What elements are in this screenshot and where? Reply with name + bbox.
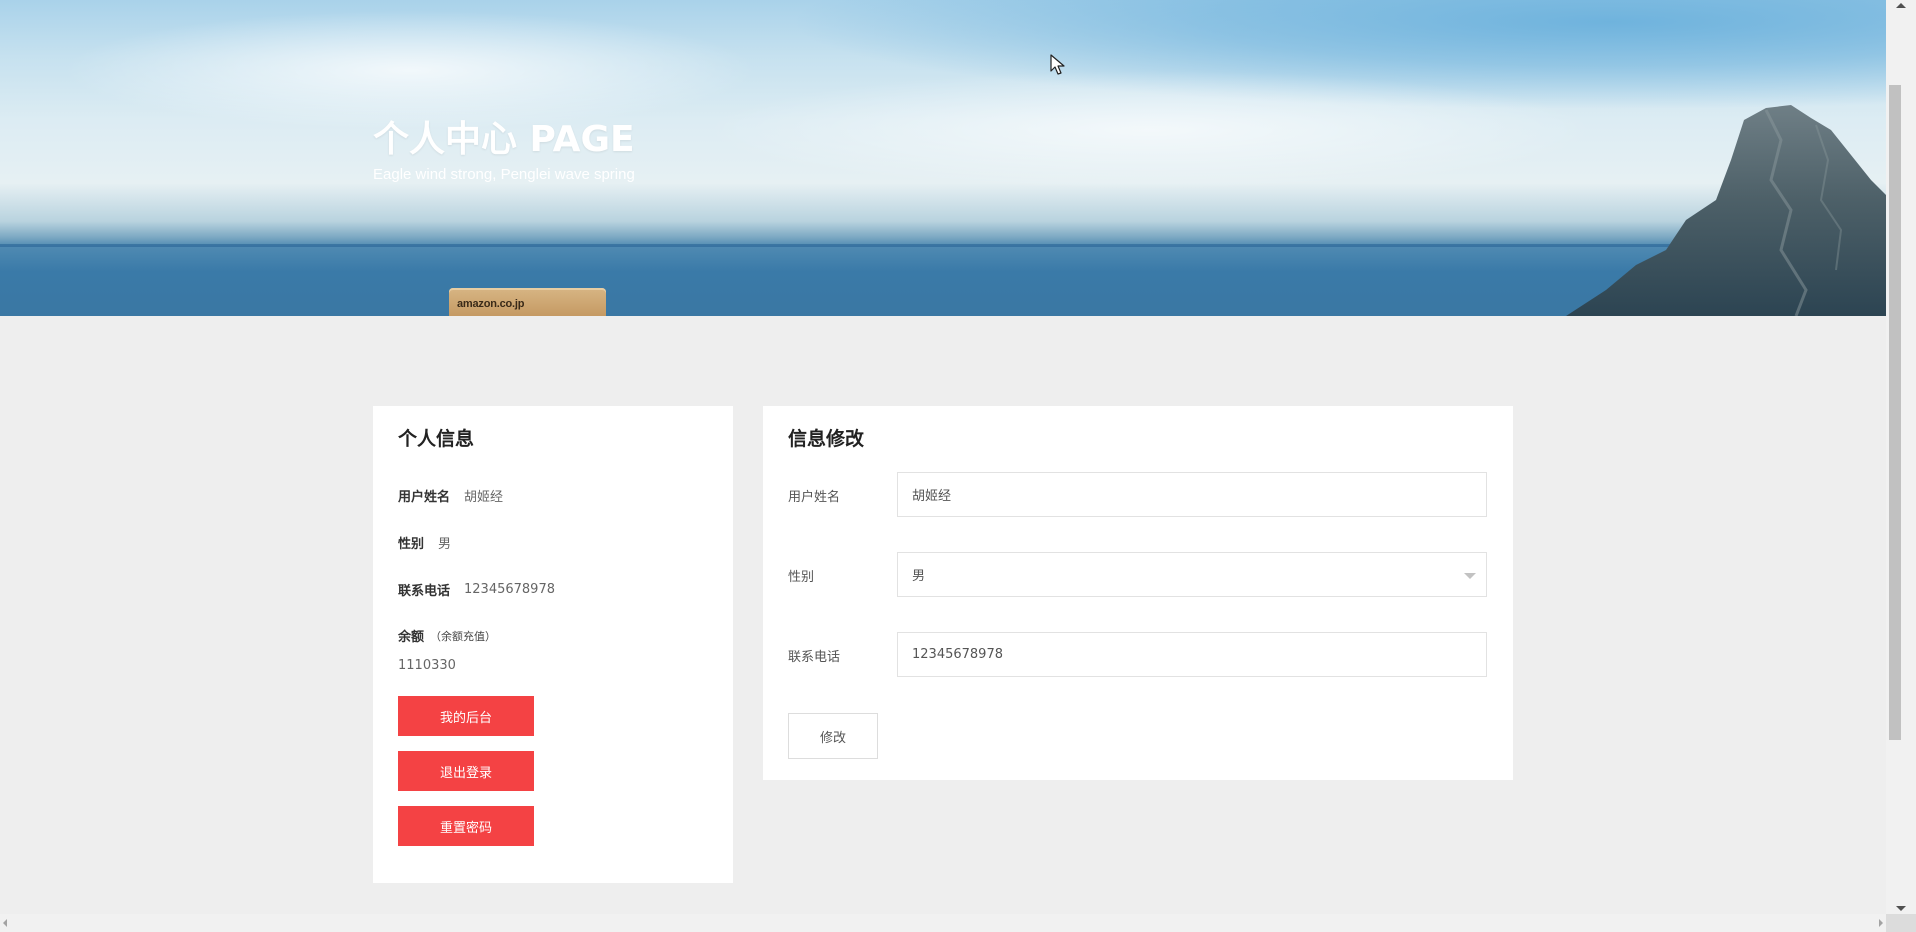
edit-form-card: 信息修改 用户姓名 性别 男 联系电话 修改 xyxy=(763,406,1513,780)
scrollbar-thumb[interactable] xyxy=(1889,85,1901,740)
profile-card-title: 个人信息 xyxy=(398,428,475,450)
page: amazon.co.jp 个人中心 PAGE Eagle wind strong… xyxy=(0,0,1916,932)
info-value: 12345678978 xyxy=(464,582,555,597)
gender-field-label: 性别 xyxy=(788,570,815,585)
scroll-up-icon[interactable] xyxy=(1896,3,1906,8)
scroll-right-icon[interactable] xyxy=(1879,919,1883,927)
info-value: 胡姬经 xyxy=(464,490,504,505)
scroll-down-icon[interactable] xyxy=(1896,906,1906,911)
hero-banner: amazon.co.jp 个人中心 PAGE Eagle wind strong… xyxy=(0,0,1886,316)
vertical-scrollbar[interactable] xyxy=(1886,0,1916,914)
gender-select-value: 男 xyxy=(912,569,926,584)
balance-value: 1110330 xyxy=(398,658,456,673)
info-label: 用户姓名 xyxy=(398,490,451,505)
profile-card: 个人信息 用户姓名 胡姬经 性别 男 联系电话 12345678978 余额 （… xyxy=(373,406,733,883)
dashboard-button[interactable]: 我的后台 xyxy=(398,696,534,736)
balance-recharge-link[interactable]: （余额充值） xyxy=(430,628,496,644)
reset-password-button[interactable]: 重置密码 xyxy=(398,806,534,846)
logout-button[interactable]: 退出登录 xyxy=(398,751,534,791)
page-subtitle: Eagle wind strong, Penglei wave spring xyxy=(373,166,635,183)
scrollbar-corner xyxy=(1886,914,1916,932)
info-label: 联系电话 xyxy=(398,584,451,599)
info-label: 性别 xyxy=(398,537,425,552)
phone-field-label: 联系电话 xyxy=(788,650,841,665)
info-row-gender: 性别 男 xyxy=(398,533,451,552)
scroll-left-icon[interactable] xyxy=(3,919,7,927)
page-title: 个人中心 PAGE xyxy=(373,119,635,160)
mouse-cursor-icon xyxy=(1050,54,1065,75)
hero-cliff xyxy=(1566,105,1886,316)
edit-form-title: 信息修改 xyxy=(788,428,865,450)
info-row-username: 用户姓名 胡姬经 xyxy=(398,486,503,505)
username-input[interactable] xyxy=(897,472,1487,517)
hero-package-box: amazon.co.jp xyxy=(449,288,606,316)
username-field-label: 用户姓名 xyxy=(788,490,841,505)
horizontal-scrollbar[interactable] xyxy=(0,914,1886,932)
chevron-down-icon xyxy=(1464,573,1476,579)
info-row-balance: 余额 （余额充值） xyxy=(398,626,496,646)
hero-box-label: amazon.co.jp xyxy=(457,298,525,310)
info-row-phone: 联系电话 12345678978 xyxy=(398,580,555,599)
info-label: 余额 xyxy=(398,630,425,645)
info-value: 男 xyxy=(438,537,452,552)
hero-cloud xyxy=(700,70,1600,190)
gender-select[interactable]: 男 xyxy=(897,552,1487,597)
viewport: amazon.co.jp 个人中心 PAGE Eagle wind strong… xyxy=(0,0,1886,914)
submit-edit-button[interactable]: 修改 xyxy=(788,713,878,759)
phone-input[interactable] xyxy=(897,632,1487,677)
